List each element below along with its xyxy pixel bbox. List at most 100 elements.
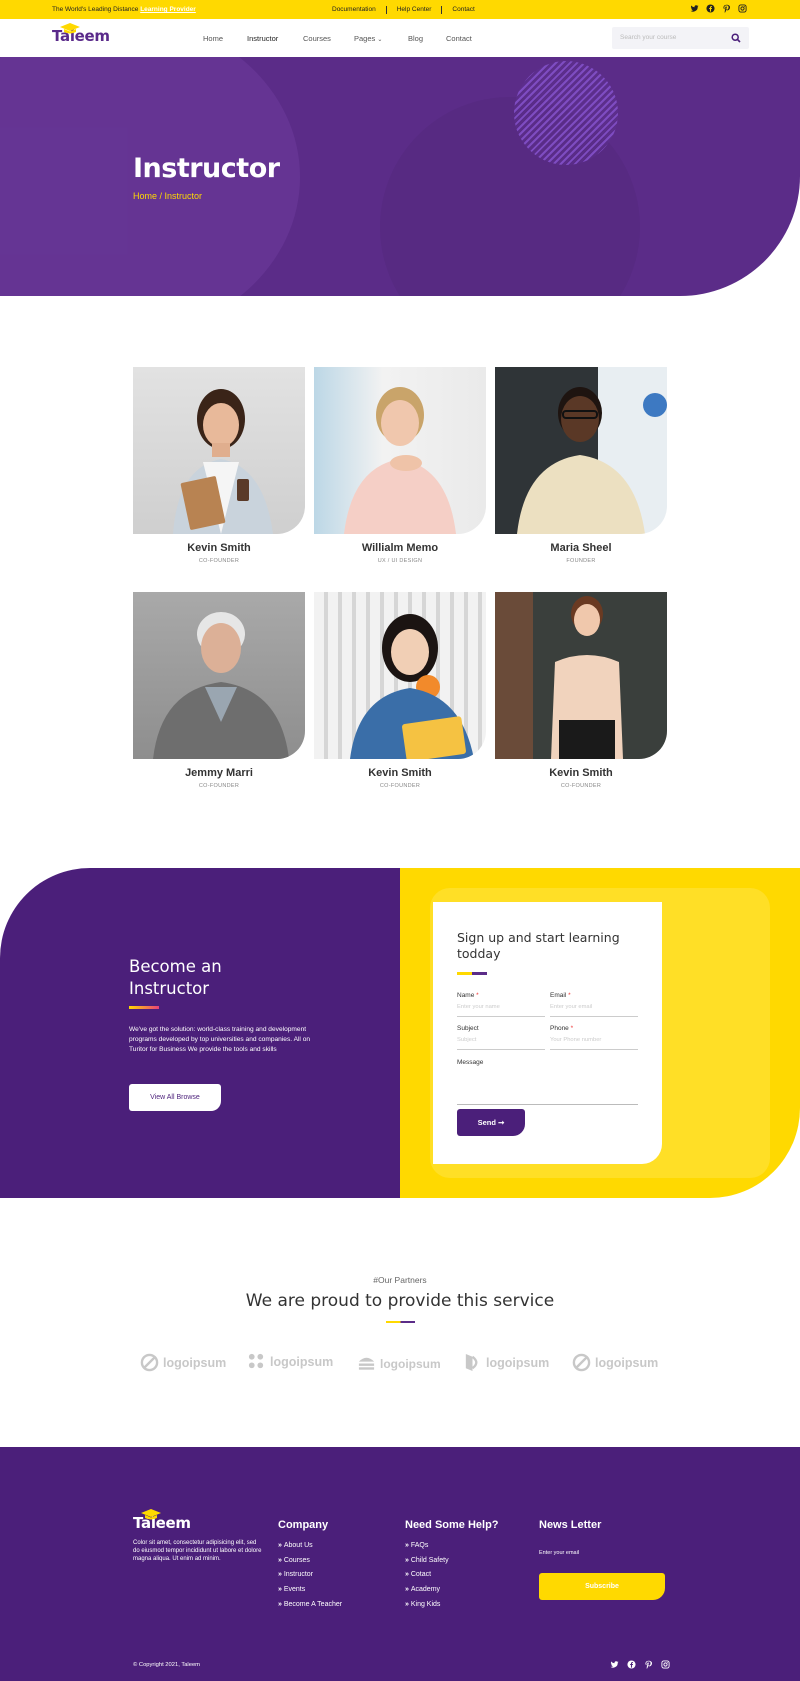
- partner-logo-icon: [465, 1353, 478, 1372]
- breadcrumb: Home / Instructor: [133, 191, 202, 201]
- company-links: About Us Courses Instructor Events Becom…: [278, 1542, 342, 1615]
- phone-field[interactable]: Your Phone number: [550, 1037, 638, 1050]
- partners-tag: #Our Partners: [373, 1275, 427, 1285]
- footer-link-contact[interactable]: Cotact: [405, 1571, 449, 1586]
- twitter-icon[interactable]: [610, 1660, 619, 1669]
- facebook-icon[interactable]: [627, 1660, 636, 1669]
- subject-field[interactable]: Subject: [457, 1037, 545, 1050]
- become-instructor-title: Become an Instructor: [129, 957, 222, 998]
- nav-item-courses[interactable]: Courses: [303, 34, 354, 43]
- email-field[interactable]: Enter your email: [550, 1004, 638, 1017]
- footer-link-instructor[interactable]: Instructor: [278, 1571, 342, 1586]
- search-input[interactable]: Search your course: [620, 34, 676, 41]
- nav-item-blog[interactable]: Blog: [408, 34, 446, 43]
- instructor-name[interactable]: Kevin Smith: [133, 542, 305, 554]
- tagline: The World's Leading Distance Learning Pr…: [52, 6, 196, 13]
- top-link-contact[interactable]: Contact: [442, 6, 484, 14]
- title-underline: [386, 1321, 415, 1323]
- instructor-card[interactable]: Kevin Smith CO-FOUNDER: [314, 592, 486, 789]
- view-all-browse-button[interactable]: View All Browse: [129, 1084, 221, 1111]
- instructor-name[interactable]: Jemmy Marri: [133, 767, 305, 779]
- signup-title: Sign up and start learning todday: [457, 930, 620, 961]
- page-title: Instructor: [133, 153, 280, 184]
- instagram-icon[interactable]: [661, 1660, 670, 1669]
- phone-label: Phone *: [550, 1025, 573, 1032]
- instagram-icon[interactable]: [738, 4, 747, 13]
- facebook-icon[interactable]: [706, 4, 715, 13]
- instructor-card[interactable]: Willialm Memo UX / UI DESIGN: [314, 367, 486, 564]
- top-link-help-center[interactable]: Help Center: [387, 6, 443, 14]
- partner-logo[interactable]: logoipsum: [247, 1352, 333, 1371]
- title-underline: [457, 972, 487, 975]
- arrow-right-icon: ➞: [498, 1118, 505, 1127]
- partner-logo-icon: [572, 1353, 591, 1372]
- graduation-cap-icon: [60, 23, 80, 34]
- footer-link-king-kids[interactable]: King Kids: [405, 1601, 449, 1616]
- help-title: Need Some Help?: [405, 1519, 499, 1531]
- instructor-card[interactable]: Jemmy Marri CO-FOUNDER: [133, 592, 305, 789]
- search-icon[interactable]: [731, 33, 741, 43]
- nav-item-contact[interactable]: Contact: [446, 34, 486, 43]
- breadcrumb-separator: /: [157, 191, 165, 201]
- nav-item-pages[interactable]: Pages ⌄: [354, 34, 408, 43]
- instructor-role: CO-FOUNDER: [198, 558, 240, 564]
- main-nav: Taleem Home Instructor Courses Pages ⌄ B…: [0, 19, 800, 57]
- send-button-label: Send: [477, 1118, 496, 1127]
- partner-logo-text: logoipsum: [380, 1356, 441, 1371]
- partner-logo[interactable]: logoipsum: [463, 1352, 549, 1373]
- footer: Taleem Color sit amet, consectetur adipi…: [0, 1447, 800, 1681]
- footer-brand-logo[interactable]: Taleem: [133, 1509, 191, 1532]
- instructor-card[interactable]: Maria Sheel FOUNDER: [495, 367, 667, 564]
- instructor-photo: [133, 367, 305, 534]
- newsletter-title: News Letter: [539, 1519, 602, 1531]
- instructor-role: CO-FOUNDER: [379, 783, 421, 789]
- instructor-role: UX / UI DESIGN: [377, 558, 423, 564]
- nav-item-instructor[interactable]: Instructor: [247, 34, 303, 43]
- tagline-link[interactable]: Learning Provider: [140, 6, 196, 13]
- name-label-text: Name: [457, 992, 475, 999]
- phone-label-text: Phone: [550, 1025, 569, 1032]
- instructor-photo: [314, 367, 486, 534]
- instructor-name[interactable]: Maria Sheel: [495, 542, 667, 554]
- instructor-name[interactable]: Willialm Memo: [314, 542, 486, 554]
- brand-logo[interactable]: Taleem: [52, 23, 110, 45]
- instructor-name[interactable]: Kevin Smith: [495, 767, 667, 779]
- twitter-icon[interactable]: [690, 4, 699, 13]
- signup-form: Sign up and start learning todday Name *…: [433, 902, 662, 1164]
- help-links: FAQs Child Safety Cotact Academy King Ki…: [405, 1542, 449, 1615]
- top-link-documentation[interactable]: Documentation: [322, 6, 387, 14]
- footer-link-events[interactable]: Events: [278, 1586, 342, 1601]
- instructor-name[interactable]: Kevin Smith: [314, 767, 486, 779]
- nav-item-home[interactable]: Home: [203, 34, 247, 43]
- partner-logo[interactable]: logoipsum: [357, 1354, 441, 1373]
- pinterest-icon[interactable]: [722, 4, 731, 13]
- footer-link-courses[interactable]: Courses: [278, 1557, 342, 1572]
- company-title: Company: [278, 1519, 329, 1531]
- instructor-card[interactable]: Kevin Smith CO-FOUNDER: [495, 592, 667, 789]
- partner-logo-text: logoipsum: [270, 1354, 334, 1369]
- partner-logo[interactable]: logoipsum: [140, 1353, 226, 1372]
- become-instructor-text: We've got the solution: world-class trai…: [129, 1026, 311, 1053]
- instructor-role: CO-FOUNDER: [560, 783, 602, 789]
- search-bar[interactable]: Search your course: [612, 27, 749, 49]
- required-mark: *: [570, 1025, 574, 1032]
- breadcrumb-home[interactable]: Home: [133, 191, 157, 201]
- nav-item-pages-label: Pages: [354, 34, 376, 43]
- footer-link-about-us[interactable]: About Us: [278, 1542, 342, 1557]
- partner-logo[interactable]: logoipsum: [572, 1353, 658, 1372]
- title-underline: [129, 1006, 159, 1009]
- footer-link-become-teacher[interactable]: Become A Teacher: [278, 1601, 342, 1616]
- footer-about-text: Color sit amet, consectetur adipisicing …: [133, 1540, 262, 1562]
- chevron-down-icon: ⌄: [377, 37, 383, 43]
- name-field[interactable]: Enter your name: [457, 1004, 545, 1017]
- message-field[interactable]: [457, 1064, 638, 1105]
- instructor-card[interactable]: Kevin Smith CO-FOUNDER: [133, 367, 305, 564]
- partner-logo-icon: [358, 1357, 375, 1370]
- newsletter-email-input[interactable]: Enter your email: [539, 1550, 579, 1556]
- send-button[interactable]: Send ➞: [457, 1109, 525, 1136]
- footer-link-faqs[interactable]: FAQs: [405, 1542, 449, 1557]
- subscribe-button[interactable]: Subscribe: [539, 1573, 665, 1600]
- footer-link-child-safety[interactable]: Child Safety: [405, 1557, 449, 1572]
- pinterest-icon[interactable]: [644, 1660, 653, 1669]
- footer-link-academy[interactable]: Academy: [405, 1586, 449, 1601]
